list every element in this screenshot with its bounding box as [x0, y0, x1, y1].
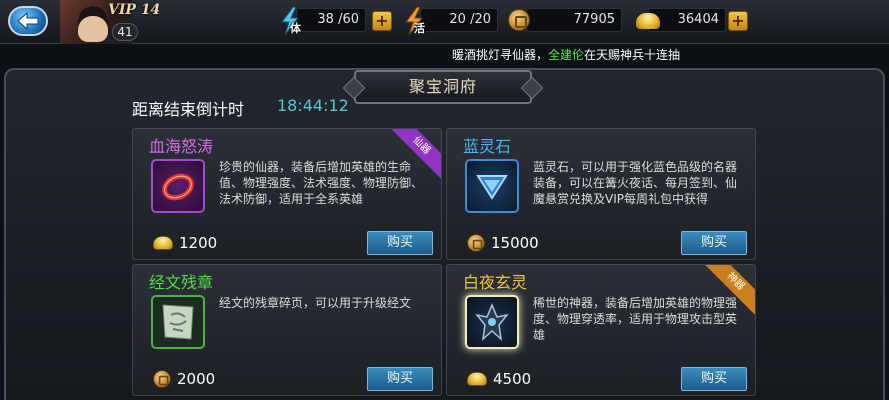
item-description: 蓝灵石，可以用于强化蓝色品级的名器装备，可以在篝火夜话、每月签到、仙魔悬赏兑换及… — [533, 160, 738, 206]
back-button[interactable] — [8, 6, 48, 36]
item-description: 稀世的神器，装备后增加英雄的物理强度、物理穿透率，适用于物理攻击型英雄 — [533, 296, 738, 342]
ingot-icon — [636, 13, 660, 29]
item-price: 2000 — [151, 369, 215, 389]
coin-icon — [508, 9, 530, 31]
ingot-icon — [153, 236, 173, 250]
marquee-text-after: 在天赐神兵十连抽 — [584, 48, 681, 62]
item-name: 蓝灵石 — [463, 137, 512, 156]
stamina-value: 38 /60 — [317, 12, 359, 27]
stamina-field: 38 /60 — [296, 8, 366, 32]
marquee-text-before: 暖酒挑灯寻仙器， — [452, 48, 549, 62]
coins-field: 77905 — [526, 8, 622, 32]
buy-button[interactable]: 购买 — [367, 231, 433, 255]
coin-icon — [467, 234, 485, 252]
countdown-label: 距离结束倒计时 — [132, 100, 245, 119]
marquee-player-name: 全建伦 — [548, 48, 585, 62]
red-ring-icon — [162, 173, 194, 201]
item-name: 血海怒涛 — [149, 137, 214, 156]
item-name: 经文残章 — [149, 273, 214, 292]
item-name: 白夜玄灵 — [463, 273, 528, 292]
stamina-tag: 体 — [290, 22, 301, 35]
item-icon-box[interactable] — [465, 159, 519, 213]
item-icon-box[interactable] — [151, 159, 205, 213]
shop-item-card: 经文残章 经文的残章碎页，可以用于升级经文 2000 购买 — [132, 264, 442, 396]
vip-label: VIP 14 — [108, 2, 161, 18]
vitality-value: 20 /20 — [449, 12, 491, 27]
coin-icon — [153, 370, 171, 388]
buy-button[interactable]: 购买 — [681, 231, 747, 255]
hero-portrait — [78, 6, 108, 42]
shop-item-card: 血海怒涛 仙器 珍贵的仙器，装备后增加英雄的生命值、物理强度、法术强度、物理防御… — [132, 128, 442, 260]
buy-button[interactable]: 购买 — [681, 367, 747, 391]
announcement-marquee: 暖酒挑灯寻仙器，全建伦在天赐神兵十连抽 — [452, 44, 720, 66]
buy-button[interactable]: 购买 — [367, 367, 433, 391]
add-stamina-button[interactable]: + — [372, 11, 392, 31]
countdown-time: 18:44:12 — [277, 96, 349, 115]
item-icon-box[interactable] — [151, 295, 205, 349]
item-price: 4500 — [465, 369, 531, 389]
ingots-value: 36404 — [677, 12, 719, 27]
item-price-value: 4500 — [493, 370, 532, 388]
item-icon-box[interactable] — [465, 295, 519, 349]
vitality-icon: 活 — [400, 4, 428, 38]
ingot-icon — [467, 372, 487, 386]
item-price: 1200 — [151, 233, 217, 253]
add-ingots-button[interactable]: + — [728, 11, 748, 31]
panel-title: 聚宝洞府 — [354, 70, 532, 104]
dark-spirit-weapon-icon — [475, 303, 509, 341]
item-price-value: 15000 — [491, 234, 539, 252]
coins-value: 77905 — [573, 12, 615, 27]
arrow-left-icon — [17, 12, 39, 30]
blue-gem-icon — [476, 175, 508, 200]
top-bar: VIP 14 41 38 /60 体 + 20 /20 活 77905 3640… — [0, 0, 889, 44]
item-description: 珍贵的仙器，装备后增加英雄的生命值、物理强度、法术强度、物理防御、法术防御，适用… — [219, 160, 424, 206]
vitality-tag: 活 — [414, 22, 425, 35]
player-level: 41 — [112, 23, 138, 41]
item-description: 经文的残章碎页，可以用于升级经文 — [219, 296, 412, 310]
item-price-value: 1200 — [179, 234, 218, 252]
stamina-icon: 体 — [276, 4, 304, 38]
vitality-field: 20 /20 — [420, 8, 498, 32]
item-price-value: 2000 — [177, 370, 216, 388]
item-price: 15000 — [465, 233, 539, 253]
scripture-scroll-icon — [162, 304, 194, 340]
shop-item-card: 蓝灵石 蓝灵石，可以用于强化蓝色品级的名器装备，可以在篝火夜话、每月签到、仙魔悬… — [446, 128, 756, 260]
shop-item-card: 白夜玄灵 神器 稀世的神器，装备后增加英雄的物理强度、物理穿透率，适用于物理攻击… — [446, 264, 756, 396]
